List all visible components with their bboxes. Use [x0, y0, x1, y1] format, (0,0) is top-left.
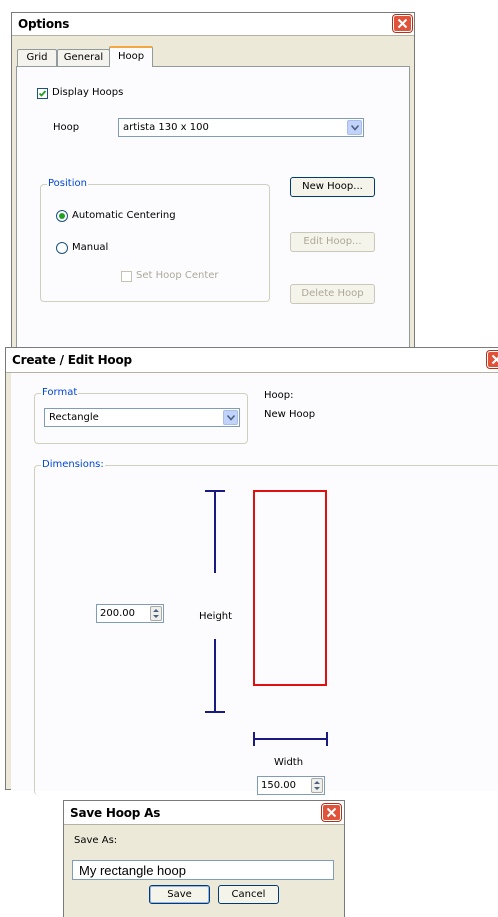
manual-radio[interactable] — [56, 242, 68, 254]
height-spinner[interactable]: 200.00 — [96, 604, 164, 623]
hoop-select-value: artista 130 x 100 — [123, 122, 209, 133]
tab-grid-label: Grid — [26, 52, 48, 63]
tab-general[interactable]: General — [57, 49, 110, 67]
create-edit-titlebar[interactable]: Create / Edit Hoop — [6, 348, 498, 373]
options-title: Options — [18, 17, 70, 31]
hoop-name-input-field[interactable] — [73, 861, 333, 879]
height-label: Height — [199, 611, 233, 622]
hoop-label: Hoop — [53, 122, 80, 133]
close-icon[interactable] — [487, 351, 498, 368]
set-hoop-center-label: Set Hoop Center — [136, 270, 219, 281]
options-titlebar[interactable]: Options — [12, 13, 414, 36]
tab-grid[interactable]: Grid — [17, 49, 57, 67]
manual-label: Manual — [72, 242, 109, 253]
automatic-centering-label: Automatic Centering — [72, 210, 176, 221]
display-hoops-label: Display Hoops — [52, 87, 124, 98]
hoop-rectangle — [253, 490, 327, 686]
width-spin-buttons[interactable] — [311, 778, 323, 793]
tab-hoop-label: Hoop — [117, 51, 145, 62]
cancel-button[interactable]: Cancel — [218, 885, 279, 904]
height-value: 200.00 — [100, 608, 135, 619]
save-button[interactable]: Save — [149, 885, 210, 904]
save-titlebar[interactable]: Save Hoop As — [64, 801, 344, 825]
save-title: Save Hoop As — [70, 806, 161, 820]
hoop-dimension-diagram — [205, 490, 328, 746]
new-hoop-button[interactable]: New Hoop... — [290, 177, 375, 197]
hoop-tab-panel: Display Hoops Hoop artista 130 x 100 Pos… — [16, 66, 410, 358]
display-hoops-checkbox[interactable] — [37, 88, 48, 99]
create-edit-title: Create / Edit Hoop — [12, 353, 132, 367]
create-edit-hoop-dialog: Create / Edit Hoop Format Rectangle Hoop… — [5, 347, 498, 795]
width-label: Width — [274, 757, 304, 768]
hoop-select[interactable]: artista 130 x 100 — [118, 118, 364, 137]
edit-hoop-button[interactable]: Edit Hoop... — [290, 232, 375, 252]
tab-general-label: General — [63, 52, 104, 63]
position-legend: Position — [47, 178, 88, 189]
save-hoop-as-dialog: Save Hoop As Save As: Save Cancel — [63, 800, 345, 917]
create-edit-body: Format Rectangle Hoop: New Hoop Dimensio… — [11, 373, 498, 795]
set-hoop-center-checkbox[interactable] — [121, 271, 132, 282]
close-icon[interactable] — [322, 804, 341, 821]
automatic-centering-radio[interactable] — [56, 210, 68, 222]
close-icon[interactable] — [393, 15, 412, 32]
save-as-label: Save As: — [74, 835, 118, 846]
options-dialog: Options Grid General Hoop Display Hoops … — [11, 12, 415, 358]
width-value: 150.00 — [261, 780, 296, 791]
width-spinner[interactable]: 150.00 — [257, 776, 325, 795]
chevron-down-icon[interactable] — [347, 120, 362, 135]
delete-hoop-button[interactable]: Delete Hoop — [290, 284, 375, 304]
height-spin-buttons[interactable] — [150, 606, 162, 621]
tab-hoop[interactable]: Hoop — [109, 46, 153, 67]
hoop-name-input[interactable] — [72, 860, 334, 880]
